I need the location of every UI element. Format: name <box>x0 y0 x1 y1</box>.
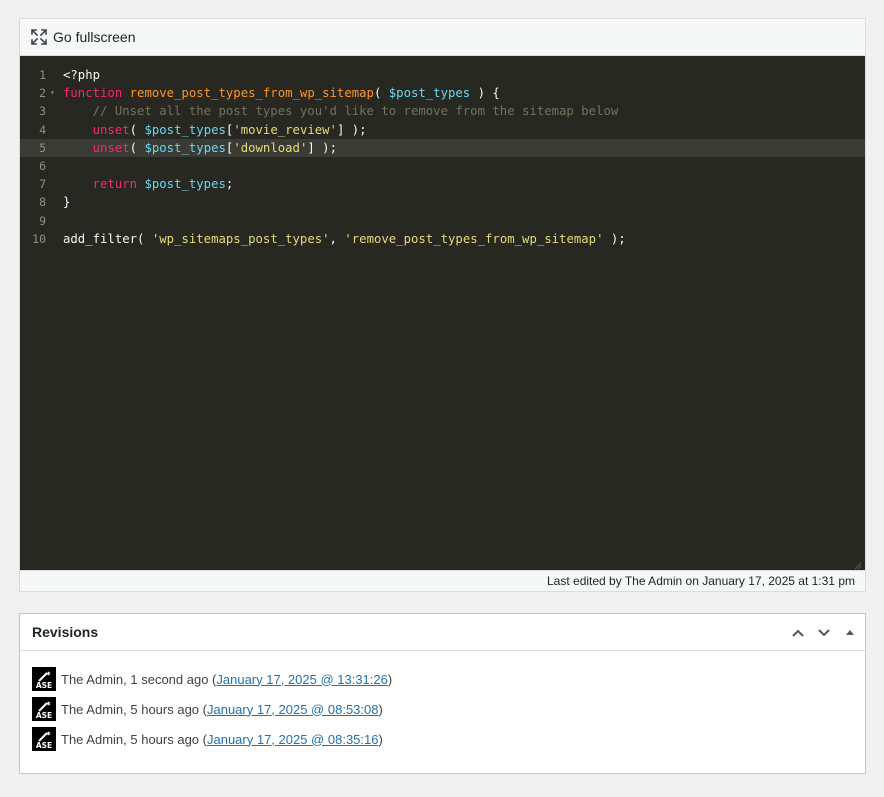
revision-close-paren: ) <box>378 701 383 717</box>
code-token: $post_types <box>388 86 471 101</box>
code-token: ( <box>373 86 389 101</box>
code-line[interactable]: 4 unset( $post_types['movie_review'] ); <box>20 121 865 139</box>
code-lines: 1 <?php 2 ▾ function remove_post_types_from_… <box>20 56 865 248</box>
code-token: ( <box>129 140 145 155</box>
code-token: 'remove_post_types_from_wp_sitemap' <box>344 231 604 246</box>
code-token: ); <box>603 231 626 246</box>
code-token: 'download' <box>233 140 308 155</box>
code-line[interactable]: 10 add_filter( 'wp_sitemaps_post_types', … <box>20 230 865 248</box>
code-line[interactable]: 1 <?php <box>20 66 865 84</box>
avatar-label: ASE <box>35 681 53 690</box>
revision-author: The Admin, 5 hours ago ( <box>61 731 207 747</box>
editor-toolbar: Go fullscreen <box>20 19 865 56</box>
code-text: } <box>63 193 70 211</box>
line-number: 5 <box>39 140 46 155</box>
avatar-label: ASE <box>35 741 53 750</box>
resize-grip-icon[interactable] <box>854 559 862 570</box>
move-up-icon[interactable] <box>789 624 807 642</box>
revisions-header: Revisions <box>20 614 865 651</box>
revisions-panel: Revisions ASE The Admin, 1 second ago (Ja… <box>19 613 866 774</box>
code-text: add_filter( 'wp_sitemaps_post_types', 'r… <box>63 230 626 248</box>
avatar: ASE <box>32 667 56 691</box>
revision-author: The Admin, 5 hours ago ( <box>61 701 207 717</box>
code-text: unset( $post_types['movie_review'] ); <box>63 121 367 139</box>
code-token: ; <box>225 177 234 192</box>
code-token: add_filter <box>63 231 138 246</box>
code-token: ( <box>129 122 145 137</box>
code-line[interactable]: 5 unset( $post_types['download'] ); <box>20 138 865 157</box>
collapse-toggle-icon[interactable] <box>841 624 859 642</box>
go-fullscreen-button[interactable]: Go fullscreen <box>53 29 135 45</box>
code-token: 'movie_review' <box>233 122 337 137</box>
code-token: ( <box>137 231 152 246</box>
code-text: unset( $post_types['download'] ); <box>63 139 337 157</box>
code-line[interactable]: 8} <box>20 193 865 211</box>
code-token: return <box>92 177 138 192</box>
line-number: 7 <box>39 177 46 192</box>
revision-link[interactable]: January 17, 2025 @ 08:35:16 <box>207 732 379 747</box>
revisions-title: Revisions <box>32 624 99 640</box>
code-editor-panel: Go fullscreen 1 <?php 2 ▾ function remove_po… <box>19 18 866 592</box>
code-token: function <box>63 86 123 101</box>
code-token: // Unset all the post types you'd like t… <box>63 104 619 119</box>
avatar: ASE <box>32 697 56 721</box>
code-text: function remove_post_types_from_wp_sitem… <box>63 84 500 102</box>
code-token: $post_types <box>144 177 226 192</box>
line-number: 3 <box>39 104 46 119</box>
line-number: 10 <box>32 231 46 246</box>
code-line[interactable]: 2 ▾ function remove_post_types_from_wp_sit… <box>20 84 865 102</box>
panel-controls <box>789 614 859 651</box>
line-number: 2 <box>39 86 46 101</box>
code-text: // Unset all the post types you'd like t… <box>63 102 619 120</box>
revision-item: ASE The Admin, 5 hours ago (January 17, 2… <box>32 724 865 754</box>
avatar: ASE <box>32 727 56 751</box>
line-number: 6 <box>39 158 46 173</box>
line-number: 4 <box>39 122 46 137</box>
code-token: 'wp_sitemaps_post_types' <box>151 231 330 246</box>
code-token: ] ); <box>336 122 367 137</box>
code-line[interactable]: 6 <box>20 157 865 175</box>
code-token: <?php <box>63 68 101 82</box>
code-token: unset <box>92 140 130 155</box>
move-down-icon[interactable] <box>815 624 833 642</box>
code-line[interactable]: 3 // Unset all the post types you'd like… <box>20 102 865 120</box>
avatar-label: ASE <box>35 711 53 720</box>
code-text: <?php <box>63 66 100 84</box>
code-token: , <box>329 231 345 246</box>
revision-close-paren: ) <box>378 731 383 747</box>
revision-close-paren: ) <box>387 671 393 687</box>
line-number: 9 <box>39 213 46 228</box>
code-token: } <box>63 195 71 210</box>
revision-link[interactable]: January 17, 2025 @ 08:53:08 <box>207 702 379 717</box>
revisions-list: ASE The Admin, 1 second ago (January 17, … <box>20 651 865 754</box>
code-token: $post_types <box>144 122 226 137</box>
code-text: return $post_types; <box>63 175 234 193</box>
line-number: 8 <box>39 195 46 210</box>
revision-link[interactable]: January 17, 2025 @ 13:31:26 <box>216 672 388 687</box>
code-token: ) { <box>470 86 500 101</box>
code-token: $post_types <box>144 140 226 155</box>
revision-author: The Admin, 1 second ago ( <box>61 671 217 687</box>
code-token: ] ); <box>307 140 337 155</box>
code-area[interactable]: 1 <?php 2 ▾ function remove_post_types_from_… <box>20 56 865 570</box>
code-line[interactable]: 7 return $post_types; <box>20 175 865 193</box>
last-edited-status: Last edited by The Admin on January 17, … <box>20 570 865 591</box>
fullscreen-icon[interactable] <box>30 28 48 46</box>
code-token: unset <box>92 122 130 137</box>
code-token: remove_post_types_from_wp_sitemap <box>129 86 374 101</box>
revision-item: ASE The Admin, 5 hours ago (January 17, 2… <box>32 694 865 724</box>
code-line[interactable]: 9 <box>20 212 865 230</box>
fold-arrow-icon[interactable]: ▾ <box>50 84 55 102</box>
line-number: 1 <box>39 68 46 82</box>
revision-item: ASE The Admin, 1 second ago (January 17, … <box>32 664 865 694</box>
